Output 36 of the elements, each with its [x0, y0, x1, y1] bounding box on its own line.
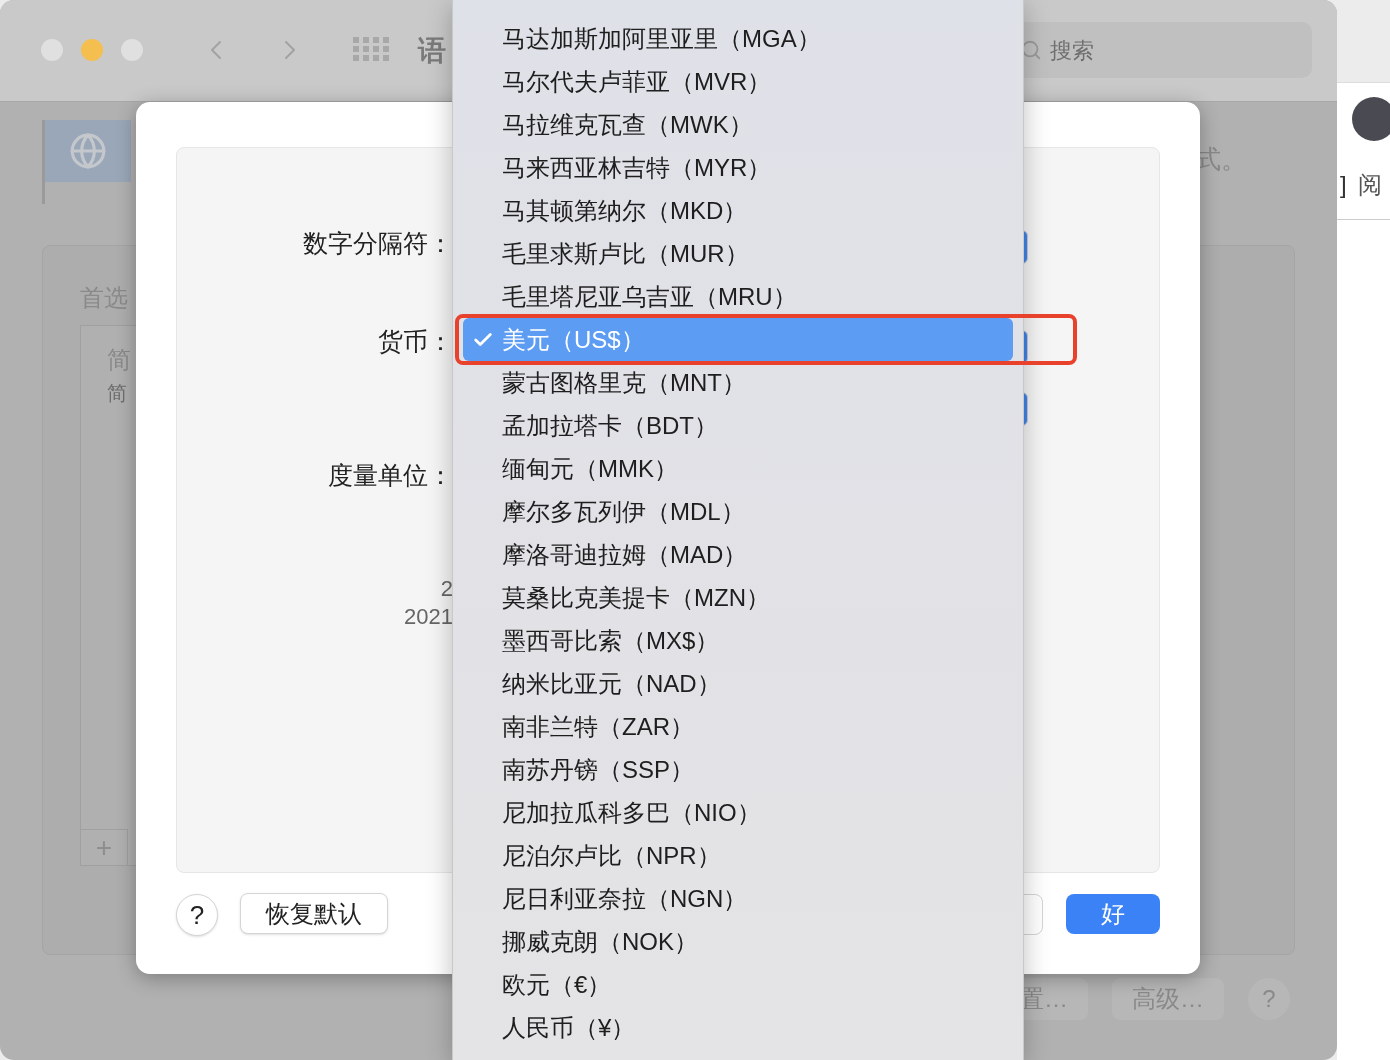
currency-option[interactable]: 莫桑比克美提卡（MZN）	[463, 576, 1013, 619]
ok-button[interactable]: 好	[1066, 894, 1160, 934]
language-subtitle: 简	[107, 381, 128, 406]
currency-option[interactable]: 摩洛哥迪拉姆（MAD）	[463, 533, 1013, 576]
avatar	[1352, 97, 1390, 141]
setting-label: 数字分隔符：	[303, 228, 453, 258]
minimize-control[interactable]	[81, 39, 103, 61]
window-title: 语	[418, 34, 446, 68]
currency-option[interactable]: 墨西哥比索（MX$）	[463, 619, 1013, 662]
currency-option[interactable]: 摩尔多瓦列伊（MDL）	[463, 490, 1013, 533]
bracket-text: ]	[1340, 170, 1347, 200]
currency-option[interactable]: 马来西亚林吉特（MYR）	[463, 146, 1013, 189]
currency-option[interactable]: 南非兰特（ZAR）	[463, 705, 1013, 748]
page-text: 阅	[1358, 170, 1382, 200]
currency-option[interactable]: 马拉维克瓦查（MWK）	[463, 103, 1013, 146]
currency-option[interactable]: 尼加拉瓜科多巴（NIO）	[463, 791, 1013, 834]
currency-option[interactable]: 毛里求斯卢比（MUR）	[463, 232, 1013, 275]
currency-option[interactable]: 南苏丹镑（SSP）	[463, 748, 1013, 791]
currency-option[interactable]: 蒙古图格里克（MNT）	[463, 361, 1013, 404]
currency-option[interactable]: 孟加拉塔卡（BDT）	[463, 404, 1013, 447]
sample-text: 2021	[404, 603, 453, 631]
search-placeholder: 搜索	[1050, 36, 1094, 65]
setting-label: 度量单位：	[328, 460, 453, 490]
grid-icon[interactable]	[353, 37, 389, 63]
restore-defaults-button[interactable]: 恢复默认	[240, 893, 388, 934]
currency-option[interactable]: 马其顿第纳尔（MKD）	[463, 189, 1013, 232]
currency-option[interactable]: 纳米比亚元（NAD）	[463, 662, 1013, 705]
sample-text: 2	[440, 575, 453, 603]
currency-option[interactable]: 尼泊尔卢比（NPR）	[463, 834, 1013, 877]
setting-label: 货币：	[378, 326, 453, 356]
help-button[interactable]: ?	[176, 894, 218, 936]
currency-option[interactable]: 挪威克朗（NOK）	[463, 920, 1013, 963]
currency-option[interactable]: 缅甸元（MMK）	[463, 447, 1013, 490]
flag-globe-icon	[42, 120, 132, 204]
currency-option[interactable]: 毛里塔尼亚乌吉亚（MRU）	[463, 275, 1013, 318]
currency-option[interactable]: 尼日利亚奈拉（NGN）	[463, 877, 1013, 920]
